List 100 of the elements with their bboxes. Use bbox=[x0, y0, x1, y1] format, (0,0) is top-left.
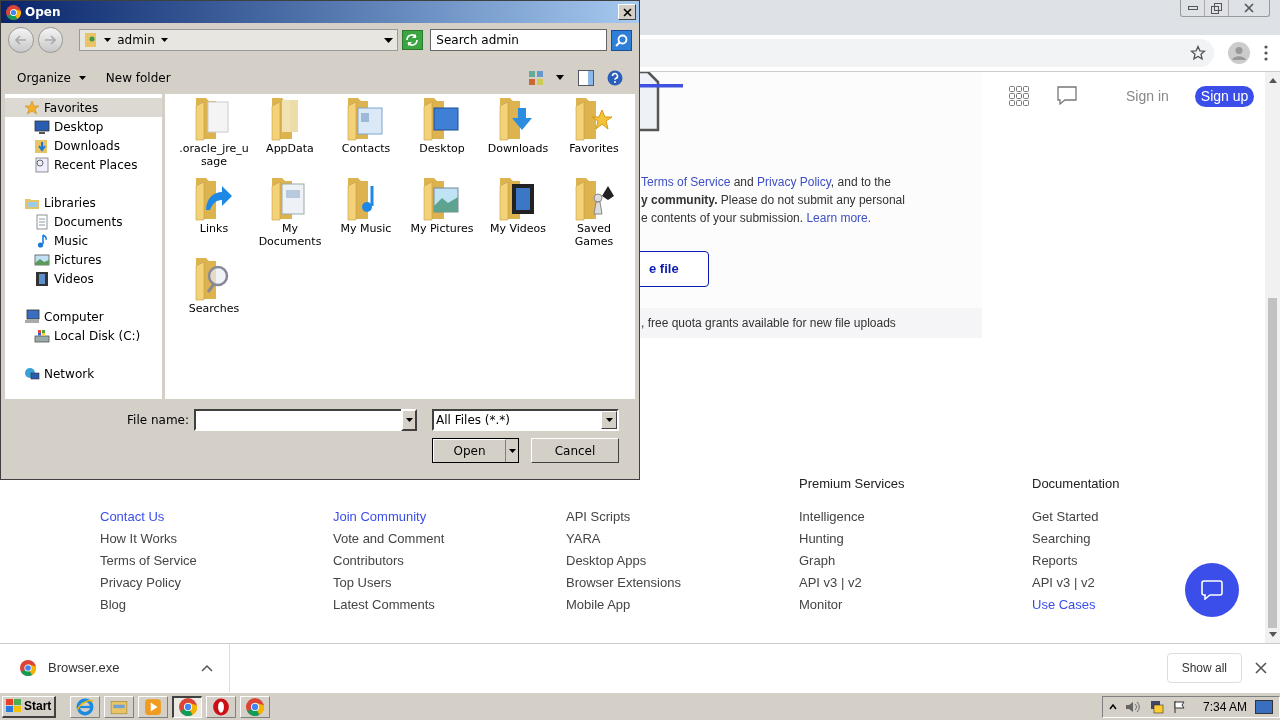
caret-icon[interactable] bbox=[383, 37, 393, 43]
notice-text: y community. Please do not submit any personal bbox=[641, 192, 906, 209]
show-all-button[interactable]: Show all bbox=[1166, 653, 1242, 683]
footer-link[interactable]: Searching bbox=[1032, 528, 1091, 550]
sidebar-item[interactable]: Downloads bbox=[5, 136, 162, 155]
footer-link[interactable]: Monitor bbox=[799, 594, 843, 616]
chevron-icon[interactable] bbox=[201, 664, 213, 672]
sidebar-item[interactable]: Music bbox=[5, 231, 162, 250]
dropdown-button[interactable] bbox=[401, 409, 417, 431]
arrow-left-icon bbox=[14, 35, 27, 45]
flag-icon[interactable] bbox=[1172, 699, 1187, 714]
footer-link[interactable]: Blog bbox=[100, 594, 127, 616]
footer-link[interactable]: Hunting bbox=[799, 528, 844, 550]
footer-link[interactable]: Intelligence bbox=[799, 506, 865, 528]
close-icon[interactable] bbox=[1255, 662, 1267, 674]
footer-heading: Premium Services bbox=[799, 475, 906, 493]
show-desktop-icon[interactable] bbox=[1255, 699, 1273, 714]
sidebar-item[interactable]: Pictures bbox=[5, 250, 162, 269]
sidebar-item[interactable]: Local Disk (C:) bbox=[5, 326, 162, 345]
folder-item[interactable]: My Music bbox=[328, 176, 404, 256]
sidebar-item[interactable]: Documents bbox=[5, 212, 162, 231]
footer-link[interactable]: How It Works bbox=[100, 528, 178, 550]
folder-item[interactable]: AppData bbox=[252, 96, 328, 176]
footer-link[interactable]: Top Users bbox=[333, 572, 392, 594]
field-label: File name: bbox=[127, 412, 189, 429]
cancel-button[interactable]: Cancel bbox=[531, 438, 619, 463]
footer-link[interactable]: API v3 | v2 bbox=[1032, 572, 1095, 594]
open-button[interactable]: Open bbox=[433, 439, 506, 462]
folder-item[interactable]: Desktop bbox=[404, 96, 480, 176]
folder-item[interactable]: .oracle_jre_usage bbox=[176, 96, 252, 176]
footer-link[interactable]: API Scripts bbox=[566, 506, 631, 528]
footer-link[interactable]: Vote and Comment bbox=[333, 528, 445, 550]
chat-button[interactable] bbox=[1185, 563, 1239, 617]
caret-icon bbox=[78, 75, 86, 80]
caret-icon bbox=[104, 38, 112, 42]
folder-item[interactable]: My Pictures bbox=[404, 176, 480, 256]
footer-link[interactable]: API v3 | v2 bbox=[799, 572, 862, 594]
sidebar-item[interactable]: Network bbox=[5, 364, 162, 383]
chat-icon[interactable] bbox=[1057, 86, 1077, 106]
file-name-field[interactable] bbox=[194, 409, 401, 431]
caret-icon[interactable] bbox=[556, 75, 564, 80]
sidebar-item[interactable]: Recent Places bbox=[5, 155, 162, 174]
folder-item[interactable]: Links bbox=[176, 176, 252, 256]
footer-link[interactable]: Contributors bbox=[333, 550, 404, 572]
folder-item[interactable]: Favorites bbox=[556, 96, 632, 176]
folder-item[interactable]: Contacts bbox=[328, 96, 404, 176]
location-field[interactable]: admin bbox=[79, 29, 398, 51]
new-folder-button[interactable]: New folder bbox=[105, 68, 171, 87]
organize-button[interactable]: Organize bbox=[17, 68, 86, 87]
footer-link[interactable]: Mobile App bbox=[566, 594, 631, 616]
scroll-up-icon[interactable] bbox=[1268, 77, 1277, 83]
footer-link[interactable]: Latest Comments bbox=[333, 594, 435, 616]
folder-item[interactable]: My Videos bbox=[480, 176, 556, 256]
apps-grid-icon[interactable] bbox=[1009, 86, 1029, 106]
caret-icon bbox=[605, 418, 613, 422]
taskbar-button[interactable] bbox=[172, 695, 203, 718]
help-icon[interactable] bbox=[607, 69, 623, 86]
sidebar-item[interactable]: Videos bbox=[5, 269, 162, 288]
footer-link[interactable]: Reports bbox=[1032, 550, 1078, 572]
close-button[interactable] bbox=[618, 4, 636, 20]
footer-link[interactable]: Get Started bbox=[1032, 506, 1099, 528]
preview-pane-icon[interactable] bbox=[578, 69, 594, 86]
search-field[interactable]: Search admin bbox=[430, 29, 608, 51]
footer-link[interactable]: YARA bbox=[566, 528, 601, 550]
folder-item[interactable]: My Documents bbox=[252, 176, 328, 256]
document-icon bbox=[34, 156, 50, 173]
sign-up-button[interactable]: Sign up bbox=[1194, 85, 1255, 107]
star-icon[interactable] bbox=[1190, 45, 1206, 61]
sidebar-item[interactable]: Desktop bbox=[5, 117, 162, 136]
restore-icon bbox=[1210, 2, 1223, 14]
notice-text: e contents of your submission. Learn more. bbox=[641, 210, 873, 227]
arrow-right-icon bbox=[44, 35, 57, 45]
sidebar-item[interactable]: Favorites bbox=[5, 98, 162, 117]
start-button[interactable]: Start bbox=[2, 695, 57, 718]
scroll-down-icon[interactable] bbox=[1268, 632, 1277, 638]
footer-link[interactable]: Use Cases bbox=[1032, 594, 1096, 616]
close-icon bbox=[1244, 3, 1254, 13]
footer-link[interactable]: Privacy Policy bbox=[100, 572, 181, 594]
folder-item[interactable]: Searches bbox=[176, 256, 252, 336]
avatar-icon[interactable] bbox=[1228, 42, 1250, 64]
network-icon[interactable] bbox=[1148, 699, 1165, 714]
menu-icon[interactable] bbox=[1264, 45, 1268, 61]
chevron-up-icon[interactable] bbox=[1108, 702, 1117, 711]
refresh-button[interactable] bbox=[401, 30, 424, 50]
scrollbar[interactable] bbox=[1265, 72, 1280, 643]
footer-link[interactable]: Terms of Service bbox=[100, 550, 197, 572]
speaker-icon[interactable] bbox=[1124, 699, 1141, 714]
footer-link[interactable]: Join Community bbox=[333, 506, 427, 528]
search-icon bbox=[615, 33, 629, 47]
chrome-icon bbox=[20, 660, 36, 676]
footer-link[interactable]: Browser Extensions bbox=[566, 572, 681, 594]
file-type-dropdown[interactable]: All Files (*.*) bbox=[432, 409, 619, 431]
footer-link[interactable]: Graph bbox=[799, 550, 836, 572]
footer-link[interactable]: Desktop Apps bbox=[566, 550, 647, 572]
sidebar-item[interactable]: Computer bbox=[5, 307, 162, 326]
folder-item[interactable]: Downloads bbox=[480, 96, 556, 176]
footer-link[interactable]: Contact Us bbox=[100, 506, 165, 528]
sign-in-link[interactable]: Sign in bbox=[1126, 85, 1169, 107]
search-button[interactable] bbox=[611, 29, 632, 51]
sidebar-item[interactable]: Libraries bbox=[5, 193, 162, 212]
